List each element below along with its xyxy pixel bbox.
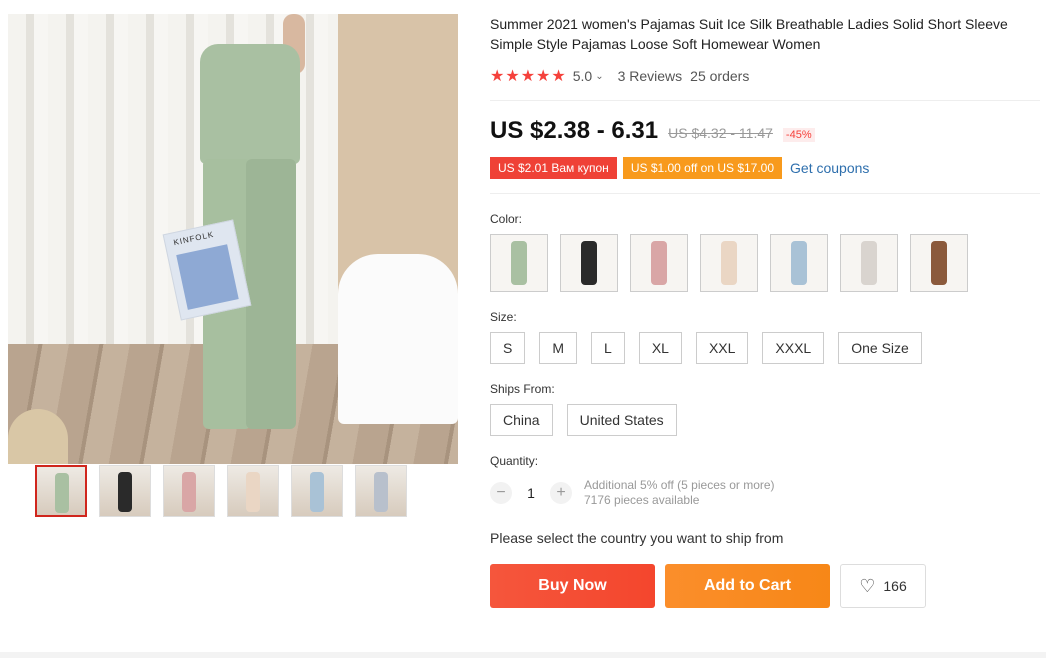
size-option-one-size[interactable]: One Size [838, 332, 922, 364]
size-options: S M L XL XXL XXXL One Size [490, 332, 1040, 364]
quantity-plus-button[interactable]: + [550, 482, 572, 504]
quantity-input[interactable]: 1 [512, 485, 550, 501]
divider [490, 100, 1040, 101]
quantity-stepper: − 1 + Additional 5% off (5 pieces or mor… [490, 478, 1040, 508]
price-row: US $2.38 - 6.31 US $4.32 - 11.47 -45% [490, 117, 1040, 145]
orders-count: 25 orders [690, 68, 750, 84]
add-to-cart-button[interactable]: Add to Cart [665, 564, 830, 608]
color-swatch[interactable] [630, 234, 688, 292]
size-option-m[interactable]: M [539, 332, 578, 364]
color-swatch[interactable] [560, 234, 618, 292]
thumbnail-6[interactable] [355, 465, 407, 517]
coupon-row: US $2.01 Вам купон US $1.00 off on US $1… [490, 157, 1040, 179]
thumbnail-3[interactable] [163, 465, 215, 517]
size-option-xl[interactable]: XL [638, 332, 682, 364]
chevron-down-icon[interactable]: ⌄ [595, 71, 603, 82]
wishlist-button[interactable]: ♡ 166 [840, 564, 926, 608]
wishlist-count: 166 [883, 578, 907, 594]
product-info: Summer 2021 women's Pajamas Suit Ice Sil… [490, 14, 1040, 608]
discount-badge: -45% [782, 128, 815, 142]
color-swatches [490, 234, 1040, 292]
page-bottom-divider [0, 652, 1046, 658]
quantity-label: Quantity: [490, 454, 539, 468]
main-product-image[interactable]: KINFOLK [8, 14, 458, 464]
quantity-note: Additional 5% off (5 pieces or more) 717… [584, 478, 775, 508]
thumbnail-5[interactable] [291, 465, 343, 517]
size-option-xxl[interactable]: XXL [695, 332, 749, 364]
size-option-s[interactable]: S [490, 332, 526, 364]
size-label: Size: [490, 310, 517, 324]
reviews-link[interactable]: 3 Reviews [618, 68, 683, 84]
wall-backdrop [338, 14, 458, 294]
ships-from-label: Ships From: [490, 382, 555, 396]
rating-row: ★★★★★ 5.0 ⌄ 3 Reviews 25 orders [490, 66, 1040, 86]
side-table [338, 254, 458, 424]
get-coupons-link[interactable]: Get coupons [790, 160, 869, 176]
ships-from-united-states[interactable]: United States [566, 404, 677, 436]
heart-icon: ♡ [859, 575, 876, 596]
size-option-xxxl[interactable]: XXXL [762, 332, 825, 364]
rating-value[interactable]: 5.0 [573, 68, 592, 84]
star-rating-icon: ★★★★★ [490, 68, 567, 85]
divider [490, 193, 1040, 194]
thumbnail-1[interactable] [35, 465, 87, 517]
ship-from-notice: Please select the country you want to sh… [490, 530, 784, 546]
color-swatch[interactable] [840, 234, 898, 292]
ships-from-china[interactable]: China [490, 404, 553, 436]
buy-now-button[interactable]: Buy Now [490, 564, 655, 608]
thumbnail-4[interactable] [227, 465, 279, 517]
color-swatch[interactable] [770, 234, 828, 292]
size-option-l[interactable]: L [591, 332, 625, 364]
current-price: US $2.38 - 6.31 [490, 117, 659, 144]
quantity-minus-button[interactable]: − [490, 482, 512, 504]
thumbnail-2[interactable] [99, 465, 151, 517]
product-title: Summer 2021 women's Pajamas Suit Ice Sil… [490, 16, 1008, 52]
coupon-badge-select[interactable]: US $1.00 off on US $17.00 [622, 157, 783, 179]
color-swatch[interactable] [490, 234, 548, 292]
coupon-badge-store[interactable]: US $2.01 Вам купон [490, 157, 617, 179]
original-price: US $4.32 - 11.47 [668, 125, 773, 141]
basket [8, 409, 68, 464]
color-swatch[interactable] [910, 234, 968, 292]
stock-available: 7176 pieces available [584, 493, 700, 507]
product-gallery: KINFOLK [8, 14, 458, 464]
color-label: Color: [490, 212, 523, 226]
action-buttons: Buy Now Add to Cart ♡ 166 [490, 564, 1040, 608]
color-swatch[interactable] [700, 234, 758, 292]
bulk-discount-note: Additional 5% off (5 pieces or more) [584, 478, 775, 492]
ships-from-options: China United States [490, 404, 1040, 436]
thumbnail-strip [35, 465, 407, 517]
